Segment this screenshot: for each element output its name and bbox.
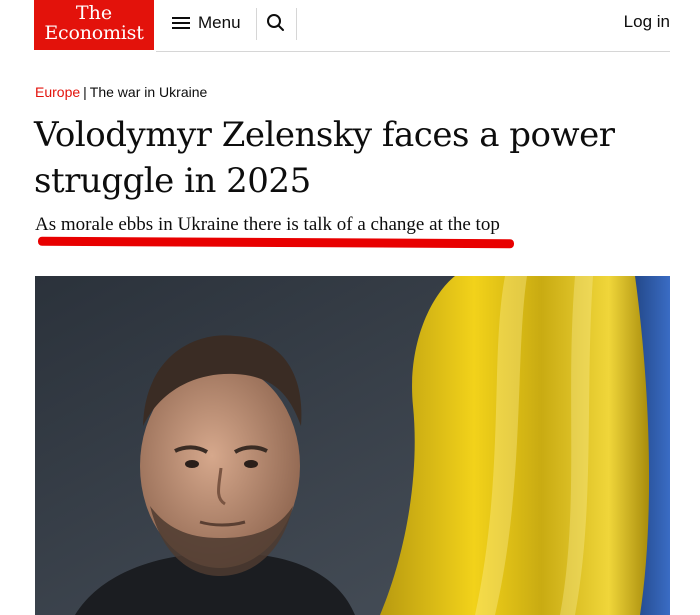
- search-icon: [267, 14, 284, 31]
- hero-illustration: [35, 276, 670, 615]
- red-underline-annotation: [37, 236, 515, 249]
- article-standfirst: As morale ebbs in Ukraine there is talk …: [35, 214, 500, 235]
- menu-label: Menu: [198, 13, 241, 32]
- breadcrumb-section-link[interactable]: Europe: [35, 84, 80, 100]
- economist-logo[interactable]: The Economist: [34, 0, 154, 50]
- breadcrumb-topic-link[interactable]: The war in Ukraine: [90, 84, 208, 100]
- header-rule: [156, 51, 670, 52]
- masthead: The Economist Menu Log in: [0, 0, 700, 56]
- hamburger-icon: [172, 16, 190, 30]
- breadcrumb: Europe | The war in Ukraine: [35, 84, 207, 100]
- hero-image: [35, 276, 670, 615]
- article-headline: Volodymyr Zelensky faces a power struggl…: [34, 112, 674, 204]
- logo-line-1: The: [75, 2, 113, 24]
- search-divider: [296, 8, 297, 40]
- login-link[interactable]: Log in: [624, 12, 670, 32]
- logo-line-2: Economist: [44, 22, 144, 44]
- breadcrumb-divider: |: [83, 84, 87, 100]
- menu-button[interactable]: Menu: [172, 8, 241, 38]
- search-button[interactable]: [265, 12, 287, 34]
- menu-divider: [256, 8, 257, 40]
- headline-line-2: struggle in 2025: [34, 161, 311, 201]
- headline-line-1: Volodymyr Zelensky faces a power: [34, 115, 615, 155]
